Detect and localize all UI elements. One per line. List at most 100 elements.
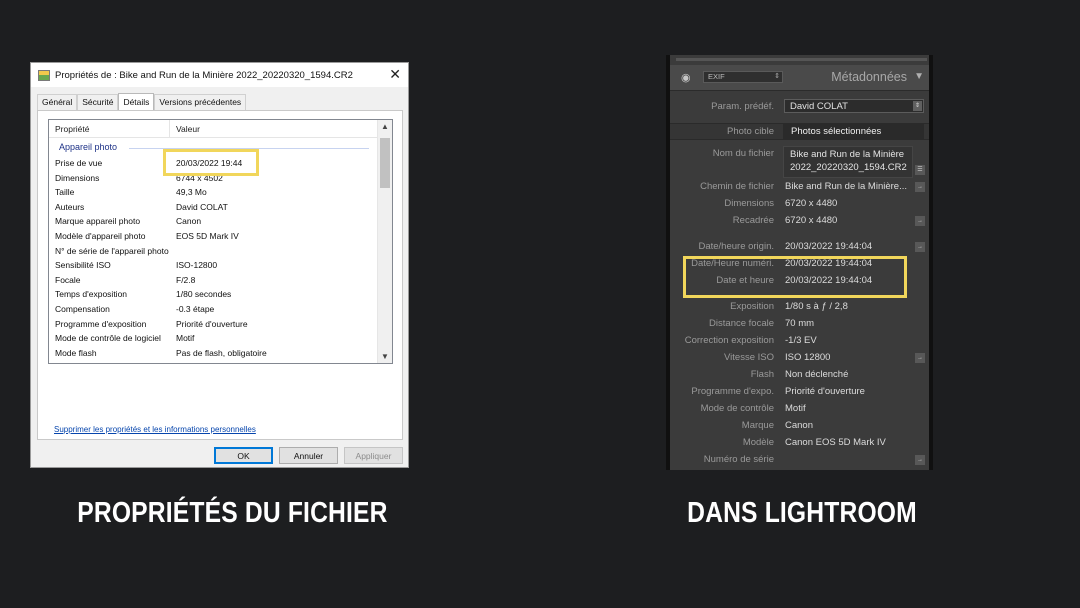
go-to-arrow-icon[interactable]: → bbox=[915, 455, 925, 465]
table-row[interactable]: Mode flash Pas de flash, obligatoire bbox=[49, 346, 377, 361]
table-row[interactable]: Programme d'exposition Priorité d'ouvertu… bbox=[49, 317, 377, 332]
table-header: Propriété Valeur bbox=[49, 120, 377, 138]
table-row[interactable]: Temps d'exposition 1/80 secondes bbox=[49, 287, 377, 302]
property-name: Prise de vue bbox=[55, 158, 103, 168]
property-name: Programme d'exposition bbox=[55, 318, 147, 329]
property-name: Mode flash bbox=[55, 347, 97, 358]
table-row[interactable]: Focale F/2.8 bbox=[49, 273, 377, 288]
preset-label: Param. prédéf. bbox=[711, 101, 774, 112]
metadata-label: Mode de contrôle bbox=[700, 403, 774, 414]
property-name: N° de série de l'appareil photo bbox=[55, 245, 169, 256]
preset-value: David COLAT bbox=[790, 101, 848, 112]
target-selected-photos[interactable]: Photos sélectionnées bbox=[783, 124, 924, 139]
property-name: Mode de contrôle de logiciel bbox=[55, 333, 161, 344]
metadata-label: Flash bbox=[750, 369, 774, 380]
dialog-titlebar: Propriétés de : Bike and Run de la Miniè… bbox=[31, 63, 408, 87]
table-row[interactable]: N° de série de l'appareil photo bbox=[49, 244, 377, 259]
apply-button[interactable]: Appliquer bbox=[344, 447, 403, 464]
metadata-label: Modèle bbox=[742, 437, 774, 448]
table-row[interactable]: Marque appareil photo Canon bbox=[49, 214, 377, 229]
panel-title: Métadonnées bbox=[831, 70, 907, 84]
metadata-set-select[interactable]: EXIF ⇕ bbox=[703, 71, 783, 83]
column-header-value[interactable]: Valeur bbox=[170, 120, 206, 137]
go-to-arrow-icon[interactable]: → bbox=[915, 182, 925, 192]
go-to-arrow-icon[interactable]: → bbox=[915, 353, 925, 363]
filename-label: Nom du fichier bbox=[712, 148, 774, 159]
table-row[interactable]: Mode de contrôle de logiciel Motif bbox=[49, 331, 377, 346]
eye-icon[interactable]: ◉ bbox=[681, 71, 691, 84]
table-row[interactable]: Taille 49,3 Mo bbox=[49, 185, 377, 200]
metadata-label: Dimensions bbox=[724, 198, 774, 209]
file-properties-dialog: Propriétés de : Bike and Run de la Miniè… bbox=[30, 62, 409, 468]
dialog-tabs: Général Sécurité Détails Versions précéd… bbox=[37, 93, 247, 110]
tab-previous-versions[interactable]: Versions précédentes bbox=[154, 94, 247, 110]
tab-security[interactable]: Sécurité bbox=[77, 94, 119, 110]
table-row[interactable]: Auteurs David COLAT bbox=[49, 200, 377, 215]
ok-button[interactable]: OK bbox=[214, 447, 273, 464]
dialog-title: Propriétés de : Bike and Run de la Miniè… bbox=[55, 69, 353, 81]
preset-select[interactable]: David COLAT ⇕ bbox=[784, 99, 924, 113]
panel-top-strip bbox=[676, 58, 927, 61]
tab-general[interactable]: Général bbox=[37, 94, 78, 110]
metadata-value[interactable]: Motif bbox=[785, 403, 806, 414]
metadata-value[interactable]: 70 mm bbox=[785, 318, 814, 329]
list-icon[interactable]: ☰ bbox=[915, 165, 925, 175]
scroll-up-icon[interactable]: ▲ bbox=[381, 122, 389, 131]
property-name: Taille bbox=[55, 187, 75, 198]
group-label-camera: Appareil photo bbox=[59, 142, 118, 152]
cancel-button[interactable]: Annuler bbox=[279, 447, 338, 464]
metadata-label: Date/heure origin. bbox=[698, 241, 774, 252]
tab-details[interactable]: Détails bbox=[118, 93, 155, 110]
metadata-label: Vitesse ISO bbox=[724, 352, 774, 363]
metadata-label: Chemin de fichier bbox=[700, 181, 774, 192]
filename-line-2: 2022_20220320_1594.CR2 bbox=[790, 162, 907, 173]
filename-value: Bike and Run de la Minière 2022_20220320… bbox=[790, 148, 907, 174]
metadata-label: Exposition bbox=[730, 301, 774, 312]
metadata-value[interactable]: Priorité d'ouverture bbox=[785, 386, 865, 397]
property-value: 1/80 secondes bbox=[176, 289, 232, 300]
property-value: -0.3 étape bbox=[176, 303, 215, 314]
metadata-value[interactable]: 1/80 s à ƒ / 2,8 bbox=[785, 301, 848, 312]
caption-file-properties: PROPRIÉTÉS DU FICHIER bbox=[77, 497, 388, 529]
metadata-value[interactable]: Bike and Run de la Minière... bbox=[785, 181, 907, 192]
collapse-triangle-icon[interactable]: ▼ bbox=[914, 71, 924, 82]
column-header-property[interactable]: Propriété bbox=[49, 120, 170, 137]
metadata-value[interactable]: 6720 x 4480 bbox=[785, 215, 837, 226]
remove-properties-link[interactable]: Supprimer les propriétés et les informat… bbox=[54, 425, 256, 434]
close-icon[interactable]: ✕ bbox=[389, 66, 401, 82]
highlight-box-date-windows bbox=[163, 149, 259, 176]
table-scrollbar[interactable]: ▲ ▼ bbox=[377, 120, 392, 363]
metadata-value[interactable]: 20/03/2022 19:44:04 bbox=[785, 241, 872, 252]
metadata-value[interactable]: Canon bbox=[785, 420, 813, 431]
property-name: Auteurs bbox=[55, 201, 85, 212]
filename-line-1: Bike and Run de la Minière bbox=[790, 149, 905, 160]
property-value: ISO-12800 bbox=[176, 260, 218, 271]
scrollbar-thumb[interactable] bbox=[380, 138, 390, 188]
panel-header: ◉ EXIF ⇕ Métadonnées ▼ bbox=[670, 65, 929, 91]
chevron-updown-icon: ⇕ bbox=[774, 73, 780, 80]
go-to-arrow-icon[interactable]: → bbox=[915, 216, 925, 226]
property-value: Motif bbox=[176, 333, 195, 344]
metadata-value[interactable]: Canon EOS 5D Mark IV bbox=[785, 437, 886, 448]
table-row[interactable]: Modèle d'appareil photo EOS 5D Mark IV bbox=[49, 229, 377, 244]
go-to-arrow-icon[interactable]: → bbox=[915, 242, 925, 252]
property-value: F/2.8 bbox=[176, 274, 196, 285]
metadata-label: Marque bbox=[741, 420, 774, 431]
property-name: Marque appareil photo bbox=[55, 216, 141, 227]
table-row[interactable]: Compensation -0.3 étape bbox=[49, 302, 377, 317]
property-value: EOS 5D Mark IV bbox=[176, 230, 239, 241]
target-photo-row: Photo cible Photos sélectionnées bbox=[670, 123, 929, 140]
property-value: Canon bbox=[176, 216, 202, 227]
metadata-value[interactable]: 6720 x 4480 bbox=[785, 198, 837, 209]
property-name: Modèle d'appareil photo bbox=[55, 230, 146, 241]
table-row[interactable]: Sensibilité ISO ISO-12800 bbox=[49, 258, 377, 273]
property-name: Focale bbox=[55, 274, 81, 285]
property-value: David COLAT bbox=[176, 201, 228, 212]
property-name: Dimensions bbox=[55, 172, 100, 183]
metadata-value[interactable]: ISO 12800 bbox=[785, 352, 830, 363]
property-value: Pas de flash, obligatoire bbox=[176, 347, 267, 358]
metadata-value[interactable]: -1/3 EV bbox=[785, 335, 817, 346]
filename-field[interactable]: Bike and Run de la Minière 2022_20220320… bbox=[783, 146, 913, 178]
scroll-down-icon[interactable]: ▼ bbox=[381, 352, 389, 361]
metadata-value[interactable]: Non déclenché bbox=[785, 369, 848, 380]
